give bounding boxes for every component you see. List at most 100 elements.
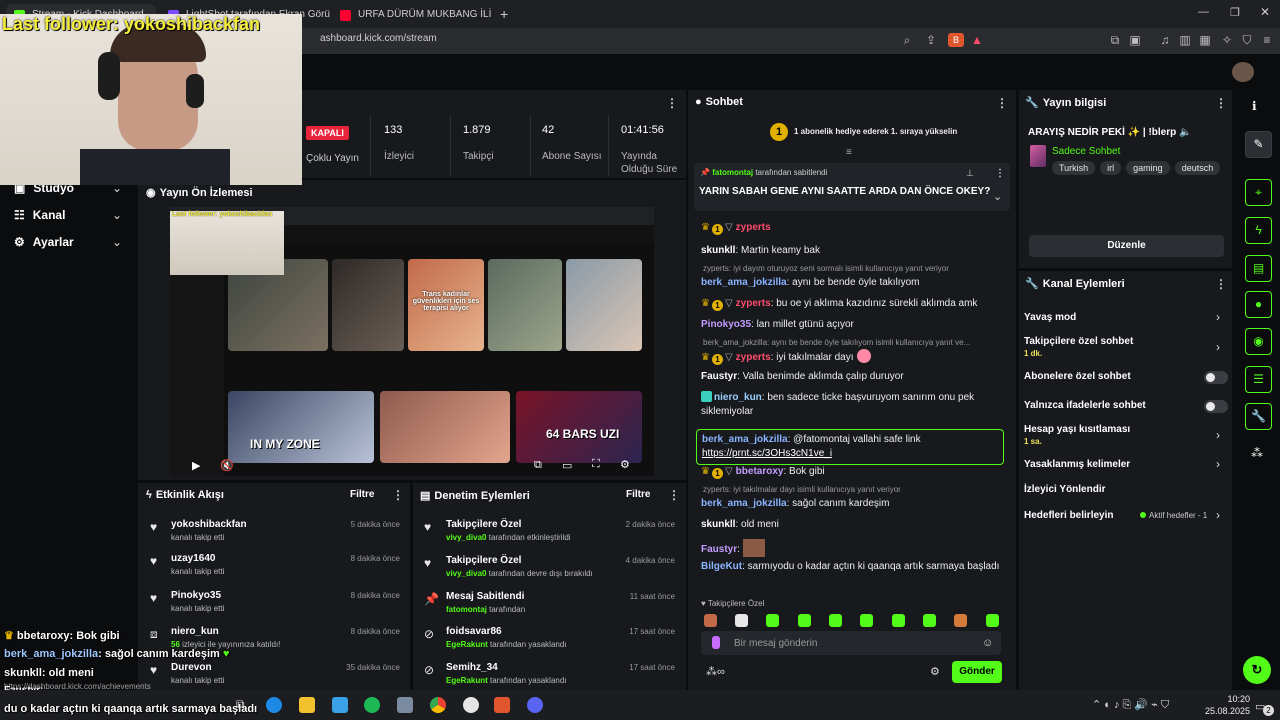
chat-input[interactable]: Bir mesaj gönderin	[734, 638, 817, 649]
chevron-right-icon[interactable]: ›	[1216, 457, 1220, 471]
spotify-icon[interactable]	[364, 697, 380, 713]
emote-icon[interactable]	[923, 614, 936, 627]
kebab-menu-icon[interactable]: ⋮	[996, 96, 1008, 110]
vpn-icon[interactable]: ⛉	[1240, 33, 1254, 47]
chevron-right-icon[interactable]: ›	[1216, 508, 1220, 522]
activity-name[interactable]: Pinokyo35	[171, 590, 221, 601]
chat-bubble-icon[interactable]: ●	[1245, 291, 1272, 318]
chevron-right-icon[interactable]: ›	[1216, 340, 1220, 354]
extensions-icon[interactable]: ⧉	[1108, 33, 1122, 47]
system-tray[interactable]: ⌃ ◐ ♪ ⎘ 🔊 ⌁ ⛉	[1092, 698, 1169, 712]
gift-banner[interactable]: 1 abonelik hediye ederek 1. sıraya yükse…	[794, 127, 957, 136]
chevron-right-icon[interactable]: ›	[1216, 428, 1220, 442]
sidebar-item-settings[interactable]: ⚙ Ayarlar	[14, 235, 74, 249]
chat-username[interactable]: berk_ama_jokzilla	[701, 498, 787, 509]
chat-username[interactable]: skunkll	[701, 519, 735, 530]
tag-chip[interactable]: gaming	[1126, 161, 1170, 175]
stream-preview-video[interactable]: Trans kadınlar güvenlikleri için ses ter…	[170, 207, 654, 476]
channel-action-item[interactable]: Yasaklanmış kelimeler	[1024, 459, 1130, 470]
wallet-icon[interactable]: ▦	[1198, 33, 1212, 47]
clock-date[interactable]: 25.08.2025	[1198, 706, 1250, 716]
fullscreen-icon[interactable]: ⛶	[592, 458, 600, 471]
list-icon[interactable]: ☰	[1245, 366, 1272, 393]
emote-icon[interactable]	[829, 614, 842, 627]
moderation-name[interactable]: Takipçilere Özel	[446, 519, 521, 530]
collapse-icon[interactable]: ≡	[846, 147, 852, 158]
emote-icon[interactable]	[766, 614, 779, 627]
discord-icon[interactable]	[527, 697, 543, 713]
media-icon[interactable]: ♫	[1158, 33, 1172, 47]
brave-shield-icon[interactable]: B	[948, 33, 964, 47]
chat-username[interactable]: zyperts	[736, 352, 771, 363]
kebab-menu-icon[interactable]: ⋮	[1215, 96, 1227, 110]
moderator-name[interactable]: fatomontaj	[446, 605, 487, 614]
close-window-icon[interactable]: ✕	[1260, 5, 1270, 19]
activity-name[interactable]: uzay1640	[171, 553, 215, 564]
tag-chip[interactable]: irl	[1100, 161, 1122, 175]
kebab-menu-icon[interactable]: ⋮	[666, 96, 678, 110]
chat-username[interactable]: bbetaroxy	[736, 466, 784, 477]
calculator-icon[interactable]	[397, 697, 413, 713]
kebab-menu-icon[interactable]: ⋮	[392, 488, 404, 502]
chat-username[interactable]: skunkll	[701, 245, 735, 256]
chevron-down-icon[interactable]: ⌄	[112, 235, 122, 249]
edit-button[interactable]: Düzenle	[1029, 235, 1224, 257]
emote-icon[interactable]	[798, 614, 811, 627]
clock-time[interactable]: 10:20	[1204, 694, 1250, 704]
settings-gear-icon[interactable]: ⚙	[620, 458, 630, 471]
chat-username[interactable]: berk_ama_jokzilla	[701, 277, 787, 288]
moderator-name[interactable]: EgeRakunt	[446, 640, 488, 649]
minimize-icon[interactable]: —	[1198, 6, 1209, 18]
chat-username[interactable]: zyperts	[736, 222, 771, 233]
activity-name[interactable]: yokoshibackfan	[171, 519, 247, 530]
brave-icon[interactable]	[494, 697, 510, 713]
target-icon[interactable]: ⌖	[1245, 179, 1272, 206]
points-icon[interactable]: ⁂∞	[706, 665, 725, 678]
broadcast-icon[interactable]: ◉	[1245, 328, 1272, 355]
edit-pencil-icon[interactable]: ✎	[1245, 131, 1272, 158]
toggle-switch[interactable]	[1204, 371, 1228, 384]
activity-name[interactable]: niero_kun	[171, 626, 219, 637]
category-name[interactable]: Sadece Sohbet	[1052, 146, 1120, 157]
brave-rewards-icon[interactable]: ▲	[970, 33, 984, 47]
chevron-down-icon[interactable]: ⌄	[112, 208, 122, 222]
moderation-name[interactable]: Takipçilere Özel	[446, 555, 521, 566]
chevron-right-icon[interactable]: ›	[1216, 310, 1220, 324]
kebab-menu-icon[interactable]: ⋮	[1215, 277, 1227, 291]
reader-icon[interactable]: ▣	[1128, 33, 1142, 47]
toggle-switch[interactable]	[1204, 400, 1228, 413]
tab-youtube[interactable]: URFA DÜRÜM MUKBANG İLİŞKİ SOH	[332, 4, 492, 26]
task-view-icon[interactable]: ⧉	[236, 697, 252, 713]
edge-icon[interactable]	[266, 697, 282, 713]
unpin-icon[interactable]: ⊥	[966, 168, 974, 179]
microphone-icon[interactable]	[712, 636, 720, 649]
obs-icon[interactable]	[463, 697, 479, 713]
restore-icon[interactable]: ❐	[1230, 6, 1240, 19]
wrench-icon[interactable]: 🔧	[1245, 403, 1272, 430]
sidebar-toggle-icon[interactable]: ▥	[1178, 33, 1192, 47]
puzzle-icon[interactable]: ⁂	[1251, 446, 1263, 460]
share-icon[interactable]: ⇪	[924, 33, 938, 47]
document-icon[interactable]: ▤	[1245, 255, 1272, 282]
url-field[interactable]: ashboard.kick.com/stream	[320, 33, 437, 44]
refresh-fab-icon[interactable]: ↻	[1243, 656, 1271, 684]
send-button[interactable]: Gönder	[952, 661, 1002, 683]
new-tab-plus-icon[interactable]: +	[500, 6, 508, 22]
moderator-name[interactable]: vivy_diva0	[446, 569, 486, 578]
leo-icon[interactable]: ✧	[1220, 33, 1234, 47]
pip-icon[interactable]: ⧉	[534, 459, 542, 472]
moderation-filter-button[interactable]: Filtre	[626, 489, 650, 500]
emoji-picker-icon[interactable]: ☺	[982, 637, 993, 649]
kebab-menu-icon[interactable]: ⋮	[668, 488, 680, 502]
play-icon[interactable]: ▶	[192, 459, 200, 472]
multi-stream-label[interactable]: Çoklu Yayın	[306, 153, 359, 164]
emote-icon[interactable]	[735, 614, 748, 627]
moderation-name[interactable]: Semihz_34	[446, 662, 498, 673]
avatar[interactable]	[1232, 62, 1254, 82]
channel-action-item[interactable]: Yavaş mod	[1024, 312, 1076, 323]
chat-username[interactable]: berk_ama_jokzilla	[702, 434, 788, 445]
mail-icon[interactable]	[332, 697, 348, 713]
menu-icon[interactable]: ≡	[1260, 33, 1274, 47]
activity-name[interactable]: Durevon	[171, 662, 212, 673]
emote-icon[interactable]	[704, 614, 717, 627]
